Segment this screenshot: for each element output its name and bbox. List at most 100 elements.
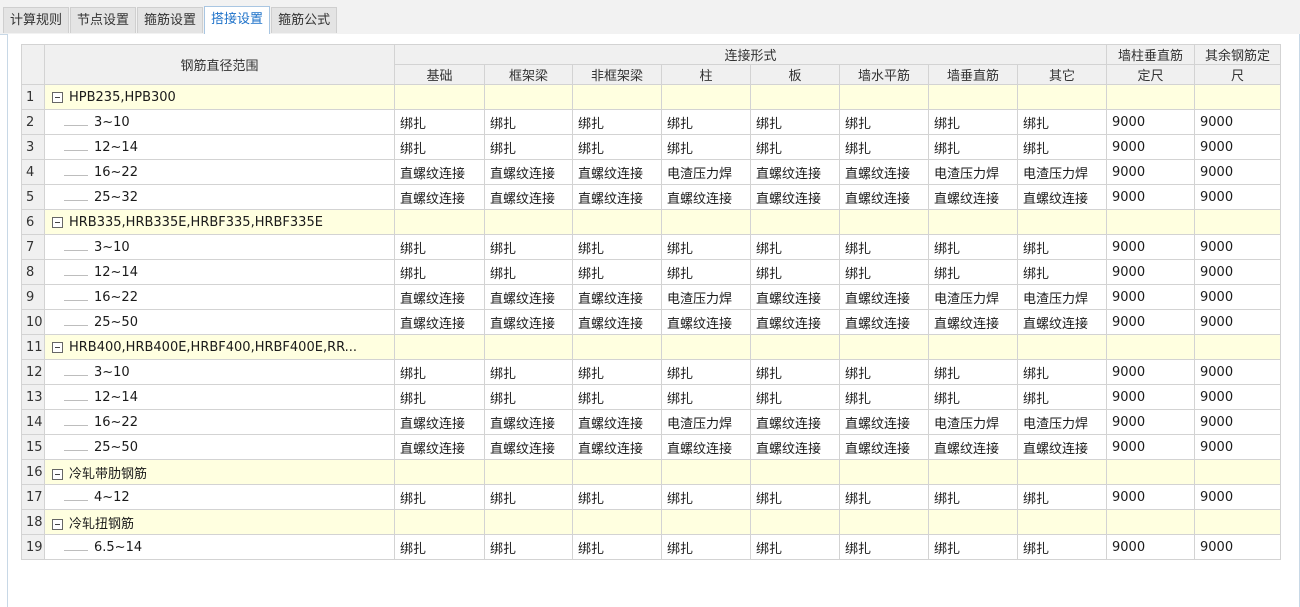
- connection-type-cell[interactable]: 绑扎: [661, 109, 751, 135]
- connection-type-cell[interactable]: 绑扎: [750, 259, 840, 285]
- connection-type-cell[interactable]: 绑扎: [750, 384, 840, 410]
- connection-type-cell[interactable]: 绑扎: [394, 534, 485, 560]
- fixed-length-cell[interactable]: 9000: [1106, 159, 1195, 185]
- connection-type-cell[interactable]: 绑扎: [1017, 534, 1107, 560]
- fixed-length-cell[interactable]: 9000: [1106, 309, 1195, 335]
- fixed-length-cell[interactable]: 9000: [1194, 384, 1281, 410]
- connection-type-cell[interactable]: 直螺纹连接: [750, 434, 840, 460]
- connection-type-cell[interactable]: 绑扎: [484, 384, 573, 410]
- connection-type-cell[interactable]: 直螺纹连接: [572, 184, 662, 210]
- connection-type-cell[interactable]: 直螺纹连接: [839, 409, 929, 435]
- fixed-length-cell[interactable]: 9000: [1106, 409, 1195, 435]
- fixed-length-cell[interactable]: 9000: [1194, 534, 1281, 560]
- connection-type-cell[interactable]: 绑扎: [484, 109, 573, 135]
- connection-type-cell[interactable]: 直螺纹连接: [750, 284, 840, 310]
- connection-type-cell[interactable]: 直螺纹连接: [394, 159, 485, 185]
- connection-type-cell[interactable]: 电渣压力焊: [661, 284, 751, 310]
- fixed-length-cell[interactable]: 9000: [1106, 484, 1195, 510]
- fixed-length-cell[interactable]: 9000: [1106, 359, 1195, 385]
- connection-type-cell[interactable]: 电渣压力焊: [928, 159, 1018, 185]
- connection-type-cell[interactable]: 电渣压力焊: [661, 409, 751, 435]
- connection-type-cell[interactable]: 绑扎: [928, 109, 1018, 135]
- connection-type-cell[interactable]: 绑扎: [661, 259, 751, 285]
- connection-type-cell[interactable]: 绑扎: [484, 534, 573, 560]
- connection-type-cell[interactable]: 绑扎: [1017, 109, 1107, 135]
- connection-type-cell[interactable]: 绑扎: [928, 384, 1018, 410]
- fixed-length-cell[interactable]: 9000: [1106, 434, 1195, 460]
- connection-type-cell[interactable]: 绑扎: [928, 534, 1018, 560]
- tab-1[interactable]: 节点设置: [70, 7, 137, 33]
- connection-type-cell[interactable]: 直螺纹连接: [394, 409, 485, 435]
- fixed-length-cell[interactable]: 9000: [1194, 259, 1281, 285]
- connection-type-cell[interactable]: 直螺纹连接: [394, 284, 485, 310]
- connection-type-cell[interactable]: 直螺纹连接: [1017, 434, 1107, 460]
- collapse-minus-icon[interactable]: [52, 468, 63, 480]
- connection-type-cell[interactable]: 直螺纹连接: [839, 434, 929, 460]
- fixed-length-cell[interactable]: 9000: [1194, 484, 1281, 510]
- connection-type-cell[interactable]: 直螺纹连接: [572, 159, 662, 185]
- connection-type-cell[interactable]: 直螺纹连接: [839, 159, 929, 185]
- fixed-length-cell[interactable]: 9000: [1106, 259, 1195, 285]
- connection-type-cell[interactable]: 绑扎: [661, 484, 751, 510]
- fixed-length-cell[interactable]: 9000: [1194, 409, 1281, 435]
- connection-type-cell[interactable]: 直螺纹连接: [394, 434, 485, 460]
- connection-type-cell[interactable]: 绑扎: [484, 234, 573, 260]
- connection-type-cell[interactable]: 绑扎: [1017, 484, 1107, 510]
- connection-type-cell[interactable]: 绑扎: [661, 384, 751, 410]
- connection-type-cell[interactable]: 绑扎: [750, 534, 840, 560]
- connection-type-cell[interactable]: 绑扎: [484, 259, 573, 285]
- fixed-length-cell[interactable]: 9000: [1106, 234, 1195, 260]
- connection-type-cell[interactable]: 直螺纹连接: [484, 184, 573, 210]
- connection-type-cell[interactable]: 直螺纹连接: [928, 184, 1018, 210]
- fixed-length-cell[interactable]: 9000: [1106, 534, 1195, 560]
- connection-type-cell[interactable]: 绑扎: [750, 109, 840, 135]
- connection-type-cell[interactable]: 直螺纹连接: [572, 284, 662, 310]
- connection-type-cell[interactable]: 绑扎: [661, 134, 751, 160]
- connection-type-cell[interactable]: 绑扎: [839, 534, 929, 560]
- tab-3[interactable]: 搭接设置: [204, 6, 271, 34]
- connection-type-cell[interactable]: 直螺纹连接: [484, 409, 573, 435]
- connection-type-cell[interactable]: 绑扎: [750, 484, 840, 510]
- connection-type-cell[interactable]: 绑扎: [750, 134, 840, 160]
- connection-type-cell[interactable]: 直螺纹连接: [661, 434, 751, 460]
- connection-type-cell[interactable]: 绑扎: [839, 384, 929, 410]
- connection-type-cell[interactable]: 绑扎: [661, 234, 751, 260]
- connection-type-cell[interactable]: 绑扎: [661, 359, 751, 385]
- collapse-minus-icon[interactable]: [52, 216, 63, 228]
- connection-type-cell[interactable]: 绑扎: [484, 359, 573, 385]
- connection-type-cell[interactable]: 直螺纹连接: [484, 309, 573, 335]
- fixed-length-cell[interactable]: 9000: [1106, 109, 1195, 135]
- connection-type-cell[interactable]: 直螺纹连接: [928, 434, 1018, 460]
- connection-type-cell[interactable]: 电渣压力焊: [928, 284, 1018, 310]
- connection-type-cell[interactable]: 绑扎: [1017, 359, 1107, 385]
- fixed-length-cell[interactable]: 9000: [1194, 234, 1281, 260]
- connection-type-cell[interactable]: 绑扎: [1017, 384, 1107, 410]
- connection-type-cell[interactable]: 直螺纹连接: [750, 409, 840, 435]
- connection-type-cell[interactable]: 绑扎: [572, 109, 662, 135]
- connection-type-cell[interactable]: 绑扎: [928, 259, 1018, 285]
- collapse-minus-icon[interactable]: [52, 91, 63, 103]
- connection-type-cell[interactable]: 绑扎: [572, 234, 662, 260]
- connection-type-cell[interactable]: 绑扎: [750, 234, 840, 260]
- connection-type-cell[interactable]: 直螺纹连接: [572, 434, 662, 460]
- tab-4[interactable]: 箍筋公式: [271, 7, 338, 33]
- connection-type-cell[interactable]: 直螺纹连接: [750, 309, 840, 335]
- connection-type-cell[interactable]: 直螺纹连接: [1017, 184, 1107, 210]
- group-label-cell[interactable]: HRB335,HRB335E,HRBF335,HRBF335E: [44, 209, 395, 235]
- connection-type-cell[interactable]: 电渣压力焊: [1017, 284, 1107, 310]
- connection-type-cell[interactable]: 直螺纹连接: [839, 309, 929, 335]
- connection-type-cell[interactable]: 绑扎: [484, 134, 573, 160]
- connection-type-cell[interactable]: 电渣压力焊: [1017, 159, 1107, 185]
- connection-type-cell[interactable]: 绑扎: [1017, 134, 1107, 160]
- connection-type-cell[interactable]: 绑扎: [839, 234, 929, 260]
- connection-type-cell[interactable]: 绑扎: [839, 259, 929, 285]
- connection-type-cell[interactable]: 直螺纹连接: [394, 309, 485, 335]
- group-label-cell[interactable]: HRB400,HRB400E,HRBF400,HRBF400E,RR...: [44, 334, 395, 360]
- collapse-minus-icon[interactable]: [52, 518, 63, 530]
- collapse-minus-icon[interactable]: [52, 341, 63, 353]
- connection-type-cell[interactable]: 绑扎: [839, 134, 929, 160]
- connection-type-cell[interactable]: 绑扎: [572, 259, 662, 285]
- connection-type-cell[interactable]: 绑扎: [1017, 234, 1107, 260]
- fixed-length-cell[interactable]: 9000: [1106, 284, 1195, 310]
- fixed-length-cell[interactable]: 9000: [1194, 159, 1281, 185]
